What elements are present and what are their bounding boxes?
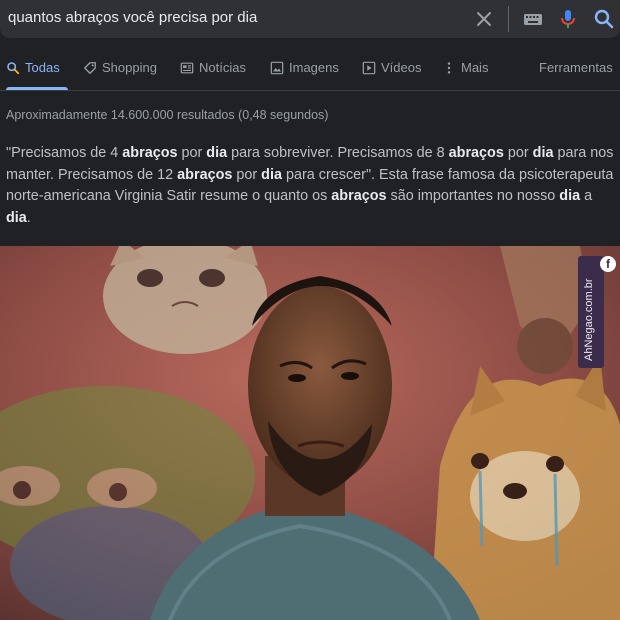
tab-label: Todas [25, 60, 60, 75]
tools-button[interactable]: Ferramentas [539, 60, 613, 90]
snippet-highlight: abraços [331, 188, 387, 204]
snippet-text: por [232, 166, 262, 183]
tab-imagens[interactable]: Imagens [270, 60, 339, 90]
result-stats: Aproximadamente 14.600.000 resultados (0… [6, 108, 329, 122]
snippet-highlight: abraços [122, 145, 178, 161]
facebook-icon: f [600, 256, 616, 272]
snippet-highlight: dia [261, 166, 282, 183]
snippet-highlight: dia [206, 145, 228, 161]
snippet-text: "Precisamos de 4 [6, 145, 123, 161]
search-bar[interactable]: quantos abraços você precisa por dia [0, 0, 620, 38]
tab-noticias[interactable]: Notícias [180, 60, 246, 90]
snippet-highlight: dia [559, 188, 581, 204]
tab-label: Imagens [289, 60, 339, 75]
more-icon [447, 62, 451, 74]
snippet-highlight: dia [6, 209, 27, 226]
image-icon [270, 61, 284, 75]
snippet-text: a [580, 188, 593, 204]
tab-shopping[interactable]: Shopping [83, 60, 157, 90]
keyboard-icon[interactable] [521, 7, 545, 31]
tab-label: Shopping [102, 60, 157, 75]
featured-snippet: "Precisamos de 4 abraços por dia para so… [6, 143, 618, 229]
snippet-text: por [177, 145, 207, 161]
tab-label: Notícias [199, 60, 246, 75]
search-input[interactable]: quantos abraços você precisa por dia [8, 9, 257, 26]
tab-label: Mais [461, 60, 489, 75]
snippet-highlight: dia [532, 145, 554, 161]
tag-icon [84, 62, 96, 74]
tools-label: Ferramentas [539, 60, 613, 75]
snippet-text: são importantes no nosso [386, 188, 560, 204]
tab-mais[interactable]: Mais [442, 60, 488, 90]
tab-label: Vídeos [381, 60, 422, 75]
tab-videos[interactable]: Vídeos [362, 60, 421, 90]
video-icon [362, 61, 376, 75]
search-divider [508, 6, 509, 32]
meme-image [0, 246, 620, 620]
tab-todas[interactable]: Todas [6, 60, 60, 90]
snippet-text: . [26, 209, 31, 226]
search-icon[interactable] [592, 7, 616, 31]
snippet-highlight: abraços [177, 166, 233, 183]
watermark-text: AhNegao.com.br [583, 278, 595, 361]
clear-icon[interactable] [472, 7, 496, 31]
tabs-divider [0, 90, 620, 91]
snippet-text: para sobreviver. Precisamos de 8 [227, 145, 449, 161]
search-icon [7, 62, 20, 75]
snippet-highlight: abraços [448, 145, 504, 161]
snippet-text: por [503, 145, 533, 161]
news-icon [180, 62, 194, 74]
search-tabs: Todas Shopping Notícias Imagens Vídeos M… [0, 60, 620, 90]
microphone-icon[interactable] [556, 7, 580, 31]
